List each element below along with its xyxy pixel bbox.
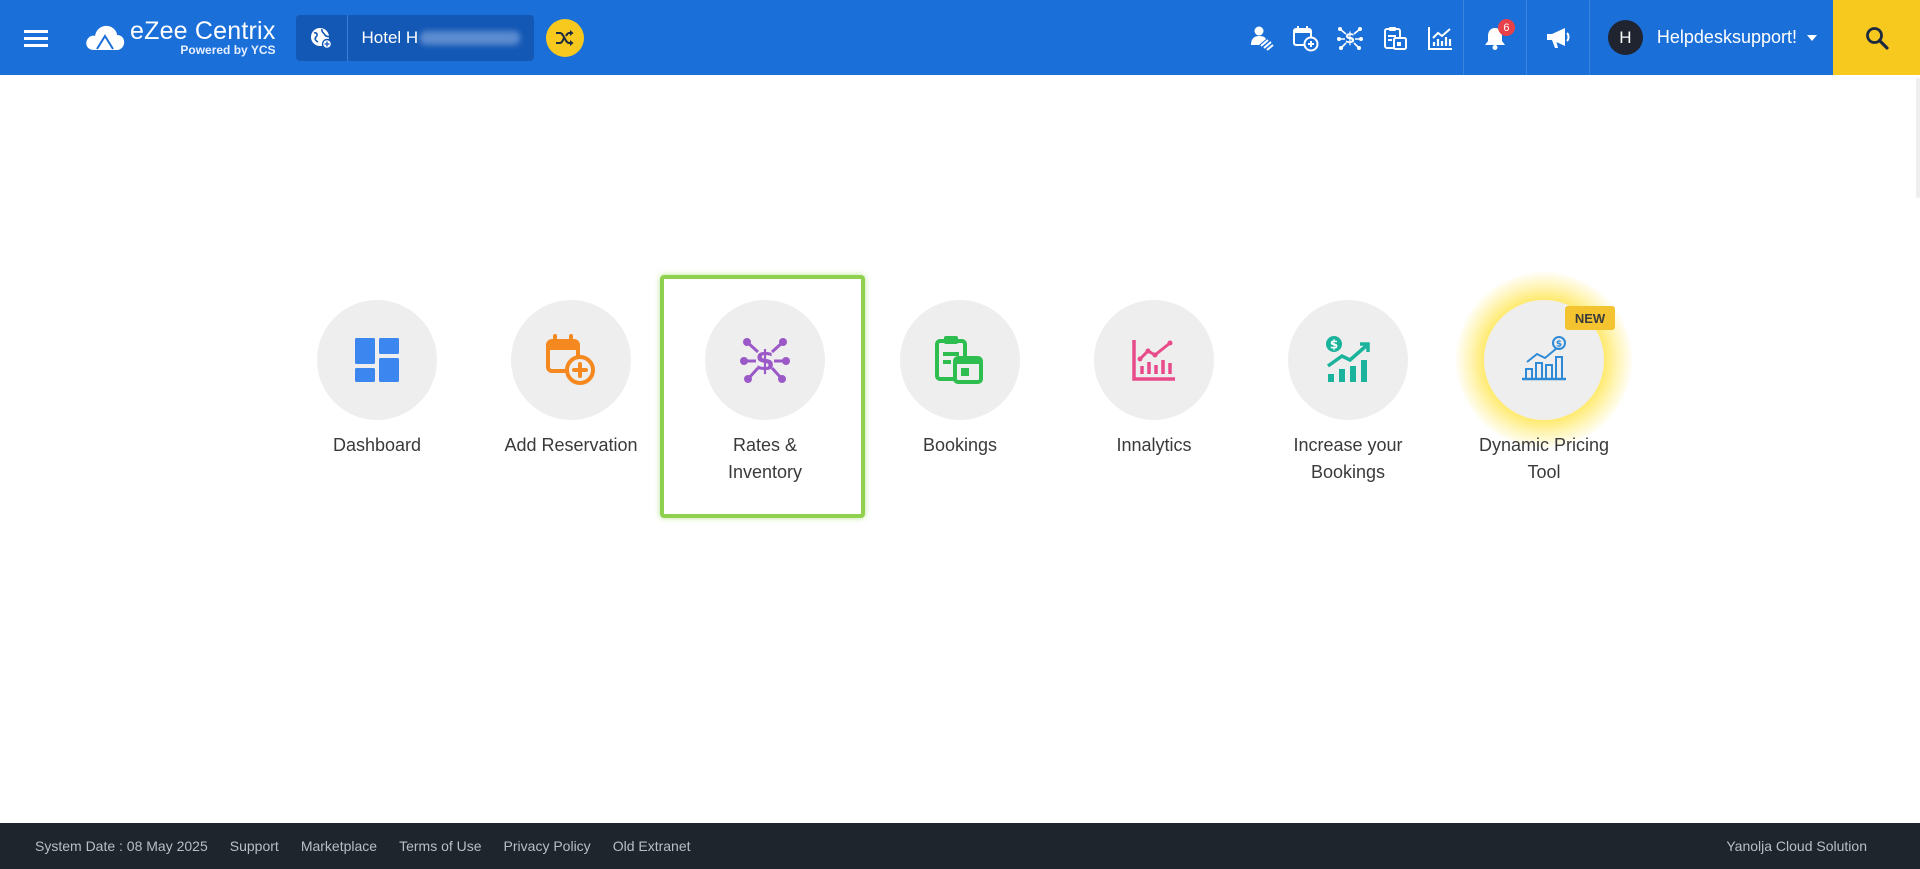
analytics-nav-icon[interactable]	[1418, 0, 1463, 75]
tile-label: Rates & Inventory	[727, 435, 803, 482]
tile-label: Innalytics	[1116, 435, 1192, 455]
tile-bookings[interactable]: Bookings	[875, 300, 1045, 459]
tile-icon-circle: $	[1288, 300, 1408, 420]
cloud-logo-icon	[86, 25, 125, 50]
tile-icon-circle	[1094, 300, 1214, 420]
avatar: H	[1607, 20, 1643, 55]
tile-icon-circle	[317, 300, 437, 420]
search-icon	[1865, 26, 1889, 50]
notification-count-badge: 6	[1497, 19, 1515, 36]
growth-chart-icon: $	[1326, 336, 1370, 382]
calendar-add-icon	[546, 334, 595, 385]
analytics-icon	[1132, 340, 1175, 381]
switch-property-button[interactable]	[545, 18, 584, 57]
tile-label: Dashboard	[332, 435, 422, 455]
scrollbar[interactable]	[1916, 78, 1920, 198]
hotel-name: Hotel H	[348, 28, 521, 48]
hamburger-menu-icon[interactable]	[24, 0, 74, 75]
tile-rates-inventory[interactable]: $ Rates & Inventory	[680, 300, 850, 486]
app-logo[interactable]: eZee Centrix Powered by YCS	[84, 0, 276, 75]
tile-icon-circle	[511, 300, 631, 420]
company-name: Yanolja Cloud Solution	[1726, 838, 1867, 854]
rates-inventory-icon: $	[740, 338, 790, 383]
tile-dashboard[interactable]: Dashboard	[292, 300, 462, 459]
tile-icon-circle	[900, 300, 1020, 420]
user-name: Helpdesksupport!	[1656, 27, 1797, 47]
megaphone-icon	[1546, 27, 1570, 48]
tile-increase-bookings[interactable]: $ Increase your Bookings	[1263, 300, 1433, 486]
hotel-selector[interactable]: Hotel H	[295, 14, 534, 61]
notifications-button[interactable]: 6	[1464, 0, 1526, 75]
search-button[interactable]	[1833, 0, 1920, 75]
shuffle-icon	[555, 29, 574, 46]
tile-icon-circle: $	[705, 300, 825, 420]
top-navigation-bar: eZee Centrix Powered by YCS Hotel H $ 6 …	[0, 0, 1920, 75]
svg-text:$: $	[755, 344, 774, 377]
bookings-icon	[935, 336, 983, 384]
rates-inventory-nav-icon[interactable]: $	[1328, 0, 1373, 75]
tile-label: Increase your Bookings	[1293, 435, 1403, 482]
footer-link-marketplace[interactable]: Marketplace	[301, 838, 377, 854]
logo-title: eZee Centrix	[130, 17, 276, 45]
blurred-hotel-name	[420, 31, 521, 46]
add-reservation-icon[interactable]	[1283, 0, 1328, 75]
hotel-name-text: Hotel H	[361, 27, 419, 47]
chevron-down-icon	[1807, 34, 1817, 41]
tile-label: Dynamic Pricing Tool	[1478, 435, 1610, 482]
tile-label: Bookings	[922, 435, 998, 455]
announcements-button[interactable]	[1527, 0, 1589, 75]
dashboard-icon	[355, 338, 399, 382]
system-date: System Date : 08 May 2025	[35, 838, 208, 854]
svg-text:$: $	[1556, 340, 1562, 350]
guest-icon[interactable]	[1238, 0, 1283, 75]
footer-link-terms[interactable]: Terms of Use	[399, 838, 481, 854]
tile-add-reservation[interactable]: Add Reservation	[486, 300, 656, 459]
pricing-chart-icon: $	[1522, 336, 1566, 381]
user-menu[interactable]: H Helpdesksupport!	[1590, 0, 1833, 75]
new-badge: NEW	[1565, 306, 1615, 330]
logo-subtitle: Powered by YCS	[180, 43, 276, 57]
svg-text:$: $	[1345, 29, 1355, 47]
tile-innalytics[interactable]: Innalytics	[1069, 300, 1239, 459]
svg-text:$: $	[1330, 338, 1338, 352]
tile-label: Add Reservation	[504, 435, 638, 455]
globe-icon	[296, 14, 348, 61]
bookings-nav-icon[interactable]	[1373, 0, 1418, 75]
footer-link-privacy[interactable]: Privacy Policy	[504, 838, 591, 854]
footer-link-old-extranet[interactable]: Old Extranet	[613, 838, 691, 854]
footer: System Date : 08 May 2025 Support Market…	[0, 823, 1920, 869]
footer-link-support[interactable]: Support	[230, 838, 279, 854]
